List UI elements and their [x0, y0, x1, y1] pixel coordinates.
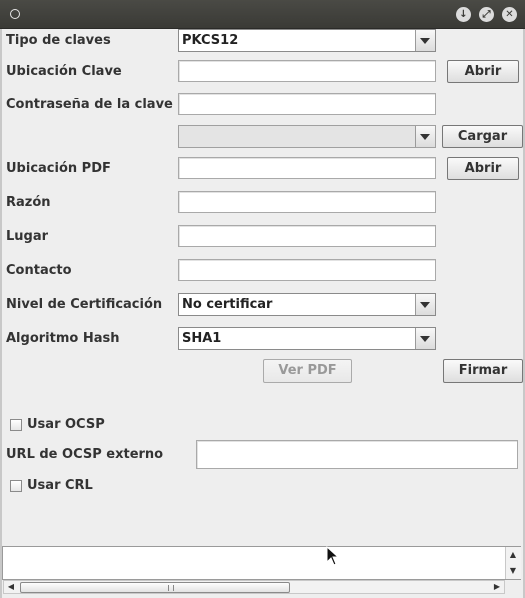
chevron-down-icon[interactable] — [415, 328, 435, 349]
razon-label: Razón — [6, 195, 51, 210]
horizontal-scroll-thumb[interactable] — [20, 582, 290, 593]
cargar-button[interactable]: Cargar — [442, 125, 523, 148]
horizontal-scrollbar[interactable]: ◀ ▶ — [3, 580, 505, 594]
contrasena-label: Contraseña de la clave — [6, 97, 173, 112]
chevron-down-icon[interactable] — [415, 126, 435, 147]
contacto-label: Contacto — [6, 263, 72, 278]
lugar-input[interactable] — [178, 225, 436, 247]
scroll-right-icon[interactable]: ▶ — [490, 581, 504, 593]
tipo-claves-value: PKCS12 — [182, 33, 239, 48]
ubicacion-clave-label: Ubicación Clave — [6, 64, 122, 79]
chevron-down-icon[interactable] — [415, 294, 435, 315]
razon-input[interactable] — [178, 191, 436, 213]
ocsp-url-label: URL de OCSP externo — [6, 447, 164, 462]
ocsp-url-input[interactable] — [196, 440, 518, 469]
ubicacion-clave-input[interactable] — [178, 60, 436, 82]
close-icon[interactable]: ✕ — [502, 7, 517, 22]
window-menu-icon[interactable] — [10, 9, 20, 19]
usar-ocsp-checkbox[interactable] — [10, 419, 22, 431]
log-text-area[interactable] — [2, 546, 521, 580]
ver-pdf-button[interactable]: Ver PDF — [263, 359, 352, 383]
usar-ocsp-label: Usar OCSP — [27, 417, 105, 432]
grip-icon — [168, 585, 174, 591]
abrir-clave-button[interactable]: Abrir — [447, 60, 519, 83]
nivel-certificacion-combo[interactable]: No certificar — [178, 293, 436, 316]
tipo-claves-label: Tipo de claves — [6, 33, 111, 48]
algoritmo-hash-label: Algoritmo Hash — [6, 331, 120, 346]
scroll-up-icon[interactable]: ▲ — [506, 549, 520, 561]
chevron-down-icon[interactable] — [415, 30, 435, 51]
algoritmo-hash-value: SHA1 — [182, 331, 222, 346]
ubicacion-pdf-input[interactable] — [178, 157, 436, 179]
tipo-claves-combo[interactable]: PKCS12 — [178, 29, 436, 52]
algoritmo-hash-combo[interactable]: SHA1 — [178, 327, 436, 350]
minimize-icon[interactable]: ↓ — [456, 7, 471, 22]
usar-crl-checkbox[interactable] — [10, 480, 22, 492]
nivel-certificacion-label: Nivel de Certificación — [6, 297, 163, 312]
firmar-button[interactable]: Firmar — [443, 359, 523, 383]
scroll-left-icon[interactable]: ◀ — [4, 581, 18, 593]
vertical-scrollbar[interactable]: ▲ ▼ — [505, 547, 521, 579]
maximize-icon[interactable]: ⤢ — [479, 7, 494, 22]
nivel-certificacion-value: No certificar — [182, 297, 273, 312]
ubicacion-pdf-label: Ubicación PDF — [6, 161, 111, 176]
usar-crl-label: Usar CRL — [27, 478, 93, 493]
scroll-down-icon[interactable]: ▼ — [506, 565, 520, 577]
mouse-cursor-icon — [326, 546, 340, 566]
contacto-input[interactable] — [178, 259, 436, 281]
contrasena-input[interactable] — [178, 93, 436, 115]
title-bar — [0, 0, 525, 29]
window-border-left — [0, 29, 2, 598]
abrir-pdf-button[interactable]: Abrir — [447, 157, 519, 180]
alias-combo[interactable] — [178, 125, 436, 148]
lugar-label: Lugar — [6, 229, 49, 244]
